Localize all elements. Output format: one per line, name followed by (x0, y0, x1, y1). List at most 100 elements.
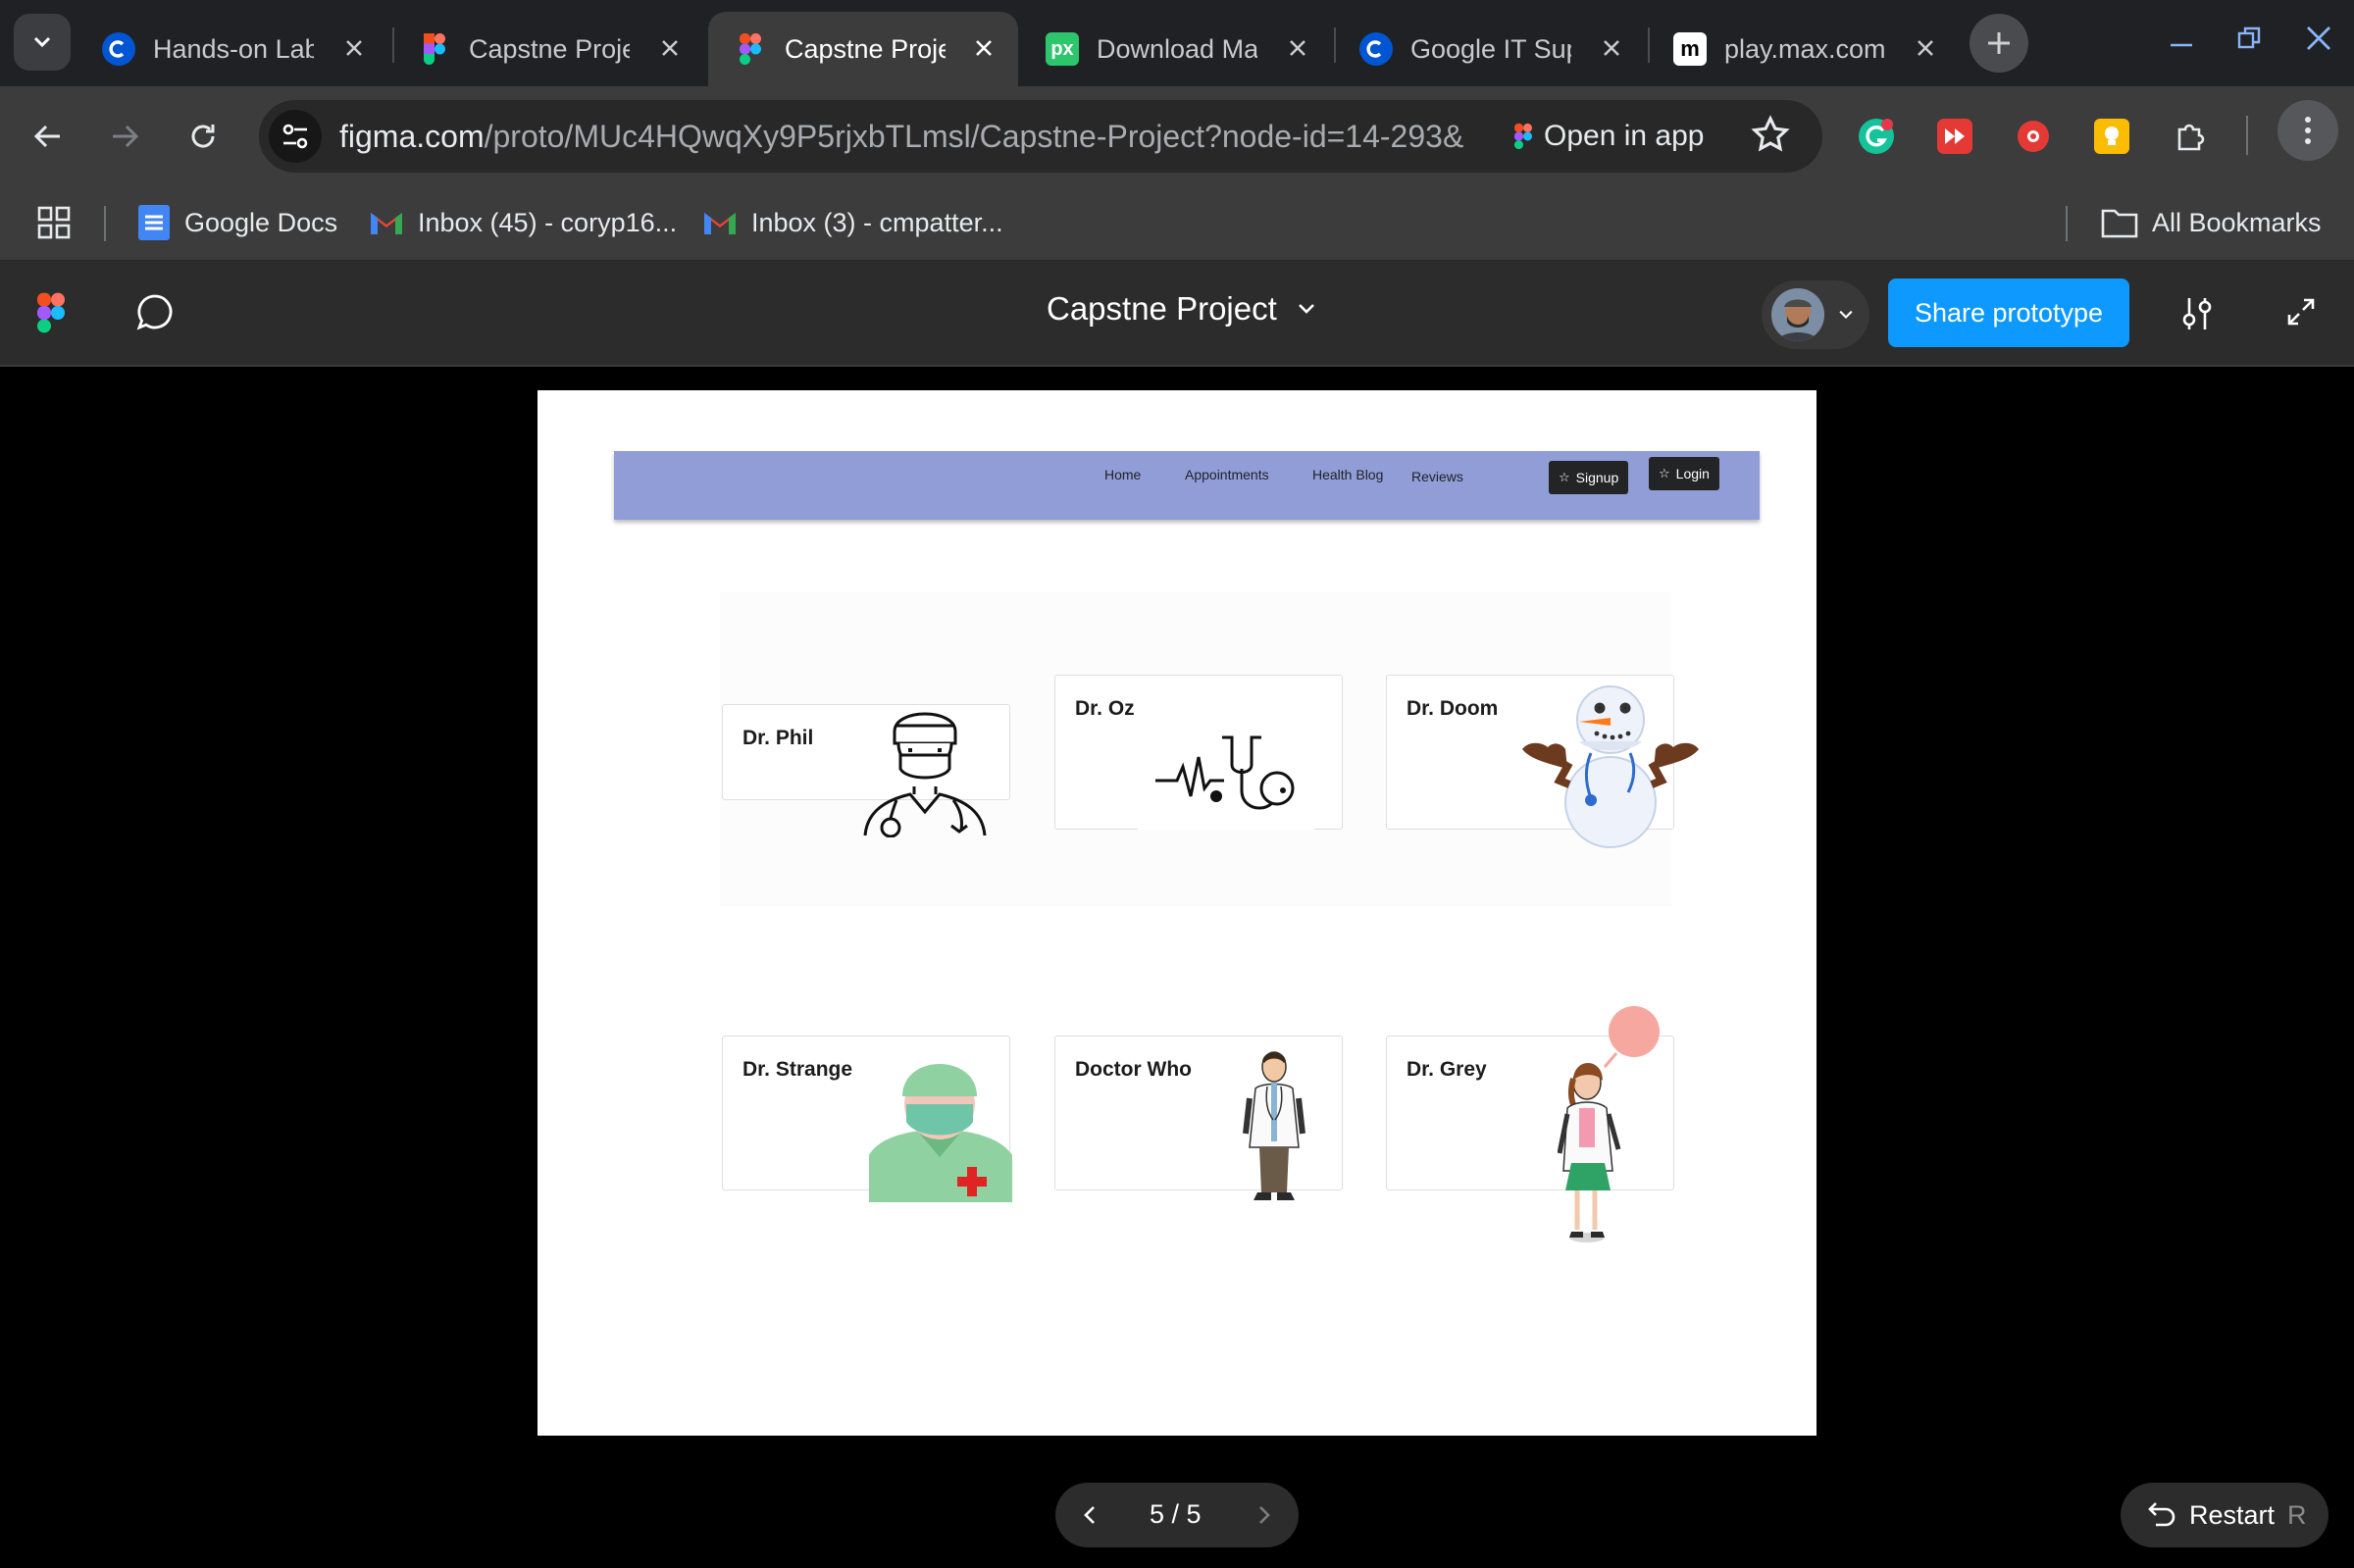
bookmark-label: Inbox (45) - coryp16... (418, 207, 678, 237)
cartoon-doctor-icon (1243, 1051, 1305, 1200)
tab-strip: Hands-on Lab Capstne Proje Capstne Proje… (0, 0, 2354, 86)
coursera-icon (1359, 32, 1393, 66)
prototype-stage: Home Appointments Health Blog Reviews ☆ S… (0, 367, 2354, 1568)
figma-icon (1514, 123, 1532, 150)
figma-logo-icon[interactable] (37, 292, 65, 338)
comment-button[interactable] (135, 292, 175, 336)
plus-icon (1988, 32, 2010, 54)
nav-link-home[interactable]: Home (1104, 467, 1141, 482)
url-host: figma.com (339, 119, 485, 154)
tab-title: Download Ma (1097, 33, 1257, 64)
record-icon (2018, 121, 2049, 152)
doctor-name: Dr. Oz (1075, 697, 1135, 720)
previous-frame-button[interactable] (1071, 1495, 1110, 1535)
restart-shortcut: R (2287, 1500, 2307, 1530)
doctor-name: Doctor Who (1075, 1058, 1192, 1081)
apps-button[interactable] (37, 200, 71, 245)
open-in-app-button[interactable]: Open in app (1514, 116, 1704, 157)
doctor-name: Dr. Strange (742, 1058, 853, 1081)
grammarly-icon (1859, 119, 1894, 154)
tab-capstne-project-1[interactable]: Capstne Proje (392, 12, 704, 86)
fullscreen-button[interactable] (2285, 296, 2317, 332)
tab-hands-on-lab[interactable]: Hands-on Lab (77, 12, 388, 86)
puzzle-icon (2177, 124, 2205, 151)
doctor-name: Dr. Doom (1407, 697, 1499, 720)
next-frame-button[interactable] (1244, 1495, 1283, 1535)
avatar (1771, 288, 1824, 341)
fast-forward-icon (1937, 119, 1972, 154)
close-tab-icon[interactable] (967, 31, 1000, 65)
google-docs-icon (137, 204, 171, 241)
share-prototype-button[interactable]: Share prototype (1888, 278, 2129, 347)
bookmark-star-button[interactable] (1750, 114, 1791, 160)
nav-link-reviews[interactable]: Reviews (1411, 469, 1463, 484)
url-text[interactable]: figma.com/proto/MUc4HQwqXy9P5rjxbTLmsl/C… (339, 119, 1463, 155)
browser-toolbar: figma.com/proto/MUc4HQwqXy9P5rjxbTLmsl/C… (0, 86, 2354, 186)
media-extension-button[interactable] (1928, 110, 1981, 163)
tab-capstne-project-active[interactable]: Capstne Proje (708, 12, 1018, 86)
close-tab-icon[interactable] (1909, 31, 1942, 65)
new-tab-button[interactable] (1970, 14, 2028, 73)
user-menu[interactable] (1762, 280, 1869, 349)
file-title-dropdown[interactable]: Capstne Project (1047, 290, 1318, 328)
extensions-button[interactable] (2164, 110, 2217, 163)
nav-link-health-blog[interactable]: Health Blog (1312, 467, 1383, 482)
gmail-icon (702, 209, 738, 236)
star-icon: ☆ (1559, 470, 1570, 484)
close-window-button[interactable] (2289, 14, 2348, 63)
arrow-left-icon (33, 125, 60, 148)
close-tab-icon[interactable] (1281, 31, 1314, 65)
surgeon-line-icon (863, 712, 987, 837)
tab-title: Hands-on Lab (153, 33, 314, 64)
chrome-menu-button[interactable] (2277, 100, 2338, 161)
url-path: /proto/MUc4HQwqXy9P5rjxbTLmsl/Capstne-Pr… (484, 119, 1463, 154)
recorder-extension-button[interactable] (2007, 110, 2060, 163)
login-button[interactable]: ☆ Login (1649, 457, 1719, 490)
chevron-down-icon (33, 36, 51, 48)
tab-play-max[interactable]: m play.max.com (1648, 12, 1960, 86)
bookmark-label: Inbox (3) - cmpatter... (751, 207, 1003, 237)
minimize-icon (2171, 43, 2192, 47)
chevron-down-icon (1298, 304, 1314, 314)
reload-button[interactable] (177, 110, 230, 163)
chevron-right-icon (1259, 1506, 1270, 1524)
tab-search-button[interactable] (14, 14, 71, 71)
bookmark-inbox-1[interactable]: Inbox (45) - coryp16... (369, 200, 677, 245)
settings-button[interactable] (2177, 294, 2217, 338)
close-tab-icon[interactable] (653, 31, 687, 65)
bookmark-label: Google Docs (184, 207, 338, 237)
tune-icon (282, 124, 308, 149)
site-info-button[interactable] (269, 110, 322, 163)
keep-extension-button[interactable] (2085, 110, 2138, 163)
tab-title: Capstne Proje (785, 33, 946, 64)
address-bar[interactable]: figma.com/proto/MUc4HQwqXy9P5rjxbTLmsl/C… (259, 100, 1822, 173)
nav-link-appointments[interactable]: Appointments (1185, 467, 1269, 482)
cartoon-female-doctor-icon (1558, 1006, 1660, 1242)
grammarly-extension-button[interactable] (1850, 110, 1903, 163)
restart-label: Restart (2189, 1500, 2276, 1530)
prototype-pager: 5 / 5 (1055, 1483, 1299, 1547)
tab-title: play.max.com (1724, 33, 1885, 64)
gmail-icon (369, 209, 404, 236)
back-button[interactable] (22, 110, 75, 163)
figma-icon (418, 32, 451, 66)
restart-button[interactable]: Restart R (2121, 1483, 2328, 1547)
minimize-button[interactable] (2152, 14, 2211, 63)
chevron-down-icon (1839, 310, 1853, 320)
more-vertical-icon (2305, 117, 2311, 144)
signup-button[interactable]: ☆ Signup (1549, 461, 1629, 494)
bookmark-google-docs[interactable]: Google Docs (137, 200, 337, 245)
login-label: Login (1675, 466, 1710, 481)
toolbar-divider (2246, 116, 2248, 155)
all-bookmarks-button[interactable]: All Bookmarks (2101, 200, 2322, 245)
tab-google-it-support[interactable]: Google IT Sup (1334, 12, 1646, 86)
expand-icon (2287, 298, 2315, 326)
heartbeat-stethoscope-icon (1138, 732, 1314, 830)
restore-button[interactable] (2221, 14, 2279, 63)
close-tab-icon[interactable] (337, 31, 371, 65)
forward-button[interactable] (98, 110, 151, 163)
coursera-icon (102, 32, 135, 66)
close-tab-icon[interactable] (1595, 31, 1628, 65)
tab-download-ma[interactable]: px Download Ma (1020, 12, 1332, 86)
bookmark-inbox-2[interactable]: Inbox (3) - cmpatter... (702, 200, 1003, 245)
